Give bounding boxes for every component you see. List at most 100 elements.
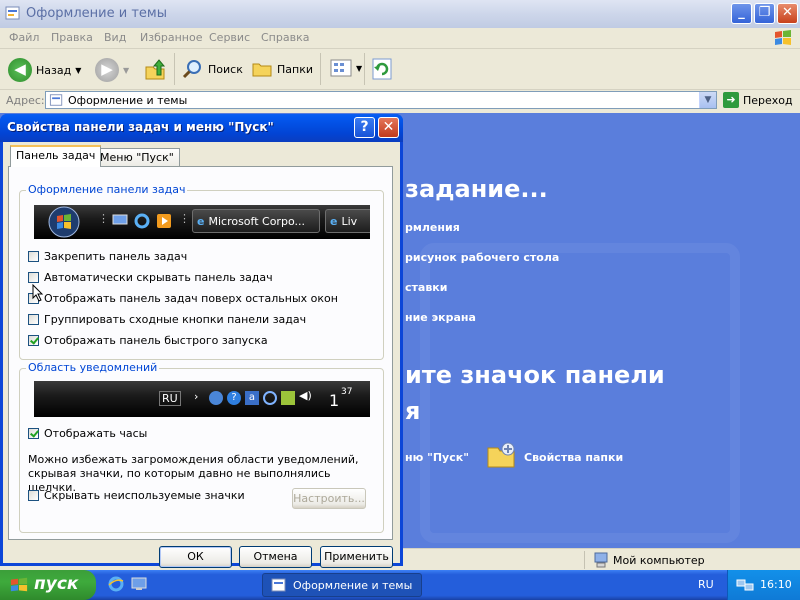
- taskbar-properties-dialog: Свойства панели задач и меню "Пуск" ? ✕ …: [0, 114, 403, 568]
- address-value: Оформление и темы: [68, 94, 188, 107]
- hide-inactive-icons-option[interactable]: Скрывать неиспользуемые значки: [28, 489, 245, 502]
- watermark-graphic: [420, 243, 740, 543]
- forward-button[interactable]: ▶ ▼: [95, 58, 129, 82]
- forward-arrow-icon: ▶: [95, 58, 119, 82]
- folder-options-link[interactable]: Свойства папки: [524, 451, 623, 464]
- taskbar-appearance-legend: Оформление панели задач: [26, 183, 188, 196]
- go-button[interactable]: ➜ Переход: [723, 92, 793, 108]
- windows-logo-icon: [10, 577, 28, 592]
- menu-tools[interactable]: Сервис: [209, 31, 250, 44]
- task-link[interactable]: ставки: [405, 281, 447, 294]
- tab-taskbar[interactable]: Панель задач: [10, 145, 102, 167]
- keep-on-top-option[interactable]: Отображать панель задач поверх остальных…: [28, 292, 338, 305]
- notification-area-group: Область уведомлений RU › ? a ◀) 1 37 Ото…: [19, 361, 384, 533]
- option-label: Скрывать неиспользуемые значки: [44, 489, 245, 502]
- tab-panel-taskbar: Оформление панели задач ⋮ ⋮ e Microsoft …: [8, 166, 393, 540]
- menu-help[interactable]: Справка: [261, 31, 309, 44]
- group-buttons-checkbox[interactable]: [28, 314, 39, 325]
- ok-button[interactable]: ОК: [159, 546, 232, 568]
- folders-button[interactable]: Папки: [251, 58, 313, 80]
- address-dropdown-button[interactable]: ▼: [699, 92, 716, 108]
- notification-area-legend: Область уведомлений: [26, 361, 160, 374]
- mouse-cursor-icon: [32, 284, 44, 302]
- folders-label: Папки: [277, 62, 313, 76]
- volume-icon: ◀): [299, 389, 312, 402]
- preview-task-button: e Microsoft Corpo...: [192, 209, 320, 233]
- autohide-taskbar-checkbox[interactable]: [28, 272, 39, 283]
- group-buttons-option[interactable]: Группировать сходные кнопки панели задач: [28, 313, 306, 326]
- menu-favorites[interactable]: Избранное: [140, 31, 202, 44]
- autohide-taskbar-option[interactable]: Автоматически скрывать панель задач: [28, 271, 273, 284]
- chevron-down-icon[interactable]: ▼: [123, 66, 129, 75]
- apply-button[interactable]: Применить: [320, 546, 393, 568]
- close-button[interactable]: ✕: [777, 3, 798, 24]
- show-desktop-icon: [112, 214, 128, 225]
- tab-start-menu[interactable]: Меню "Пуск": [94, 148, 180, 166]
- control-panel-icon: [271, 578, 286, 592]
- language-indicator[interactable]: RU: [698, 578, 714, 591]
- customize-button[interactable]: Настроить...: [292, 488, 366, 509]
- menu-view[interactable]: Вид: [104, 31, 126, 44]
- dialog-title: Свойства панели задач и меню "Пуск": [7, 120, 274, 134]
- grip-handle: ⋮: [179, 212, 190, 225]
- chevron-down-icon[interactable]: ▼: [356, 64, 362, 73]
- dialog-close-button[interactable]: ✕: [378, 117, 399, 138]
- minimize-button[interactable]: _: [731, 3, 752, 24]
- taskbar-appearance-group: Оформление панели задач ⋮ ⋮ e Microsoft …: [19, 183, 384, 360]
- go-label: Переход: [743, 93, 793, 107]
- taskbar: пуск Оформление и темы RU 16:10: [0, 570, 800, 600]
- go-arrow-icon: ➜: [723, 92, 739, 108]
- taskbar-preview: ⋮ ⋮ e Microsoft Corpo... e Liv: [34, 205, 370, 239]
- windows-logo-icon: [775, 30, 791, 45]
- show-clock-option[interactable]: Отображать часы: [28, 427, 147, 440]
- chevron-down-icon[interactable]: ▼: [75, 66, 81, 75]
- menu-edit[interactable]: Правка: [51, 31, 93, 44]
- refresh-button[interactable]: [371, 58, 393, 80]
- cancel-button[interactable]: Отмена: [239, 546, 312, 568]
- show-desktop-icon[interactable]: [131, 576, 147, 592]
- lock-taskbar-checkbox[interactable]: [28, 251, 39, 262]
- hide-inactive-icons-checkbox[interactable]: [28, 490, 39, 501]
- taskbar-window-button[interactable]: Оформление и темы: [262, 573, 422, 597]
- quick-launch-option[interactable]: Отображать панель быстрого запуска: [28, 334, 268, 347]
- address-input[interactable]: Оформление и темы ▼: [45, 91, 717, 109]
- task-link[interactable]: ние экрана: [405, 311, 476, 324]
- show-clock-checkbox[interactable]: [28, 428, 39, 439]
- task-link[interactable]: рисунок рабочего стола: [405, 251, 559, 264]
- tray-icon: a: [245, 391, 259, 405]
- toolbar-separator: [320, 53, 321, 85]
- quick-launch-checkbox[interactable]: [28, 335, 39, 346]
- option-label: Группировать сходные кнопки панели задач: [44, 313, 307, 326]
- maximize-button[interactable]: ❐: [754, 3, 775, 24]
- start-button[interactable]: пуск: [0, 570, 96, 600]
- back-label: Назад: [36, 63, 72, 77]
- up-folder-button[interactable]: [143, 58, 167, 82]
- wireless-icon: [263, 391, 277, 405]
- start-menu-link[interactable]: ню "Пуск": [405, 451, 469, 464]
- dialog-titlebar[interactable]: Свойства панели задач и меню "Пуск" ? ✕: [0, 114, 403, 142]
- views-icon: [330, 59, 352, 77]
- search-button[interactable]: Поиск: [182, 58, 243, 80]
- back-button[interactable]: ◀ Назад ▼: [8, 58, 81, 82]
- folder-options-icon[interactable]: [486, 439, 518, 471]
- toolbar-separator: [364, 53, 365, 85]
- toolbar: ◀ Назад ▼ ▶ ▼ Поиск Папки ▼: [0, 49, 800, 90]
- views-button[interactable]: ▼: [330, 58, 362, 78]
- dialog-body: Панель задач Меню "Пуск" Оформление пане…: [3, 142, 400, 568]
- icon-heading-line2: я: [405, 397, 421, 425]
- status-computer: Мой компьютер: [584, 551, 705, 569]
- menu-file[interactable]: Файл: [9, 31, 39, 44]
- address-bar: Адрес: Оформление и темы ▼ ➜ Переход: [0, 90, 800, 112]
- network-icon[interactable]: [736, 577, 754, 593]
- option-label: Закрепить панель задач: [44, 250, 188, 263]
- lock-taskbar-option[interactable]: Закрепить панель задач: [28, 250, 187, 263]
- refresh-icon: [372, 58, 392, 80]
- clock[interactable]: 16:10: [760, 578, 792, 591]
- up-folder-icon: [145, 59, 166, 80]
- battery-icon: [281, 391, 295, 405]
- help-button[interactable]: ?: [354, 117, 375, 138]
- internet-explorer-icon[interactable]: [108, 576, 124, 592]
- preview-clock: 1: [329, 391, 340, 410]
- task-link[interactable]: рмления: [405, 221, 460, 234]
- control-panel-icon: [5, 6, 20, 20]
